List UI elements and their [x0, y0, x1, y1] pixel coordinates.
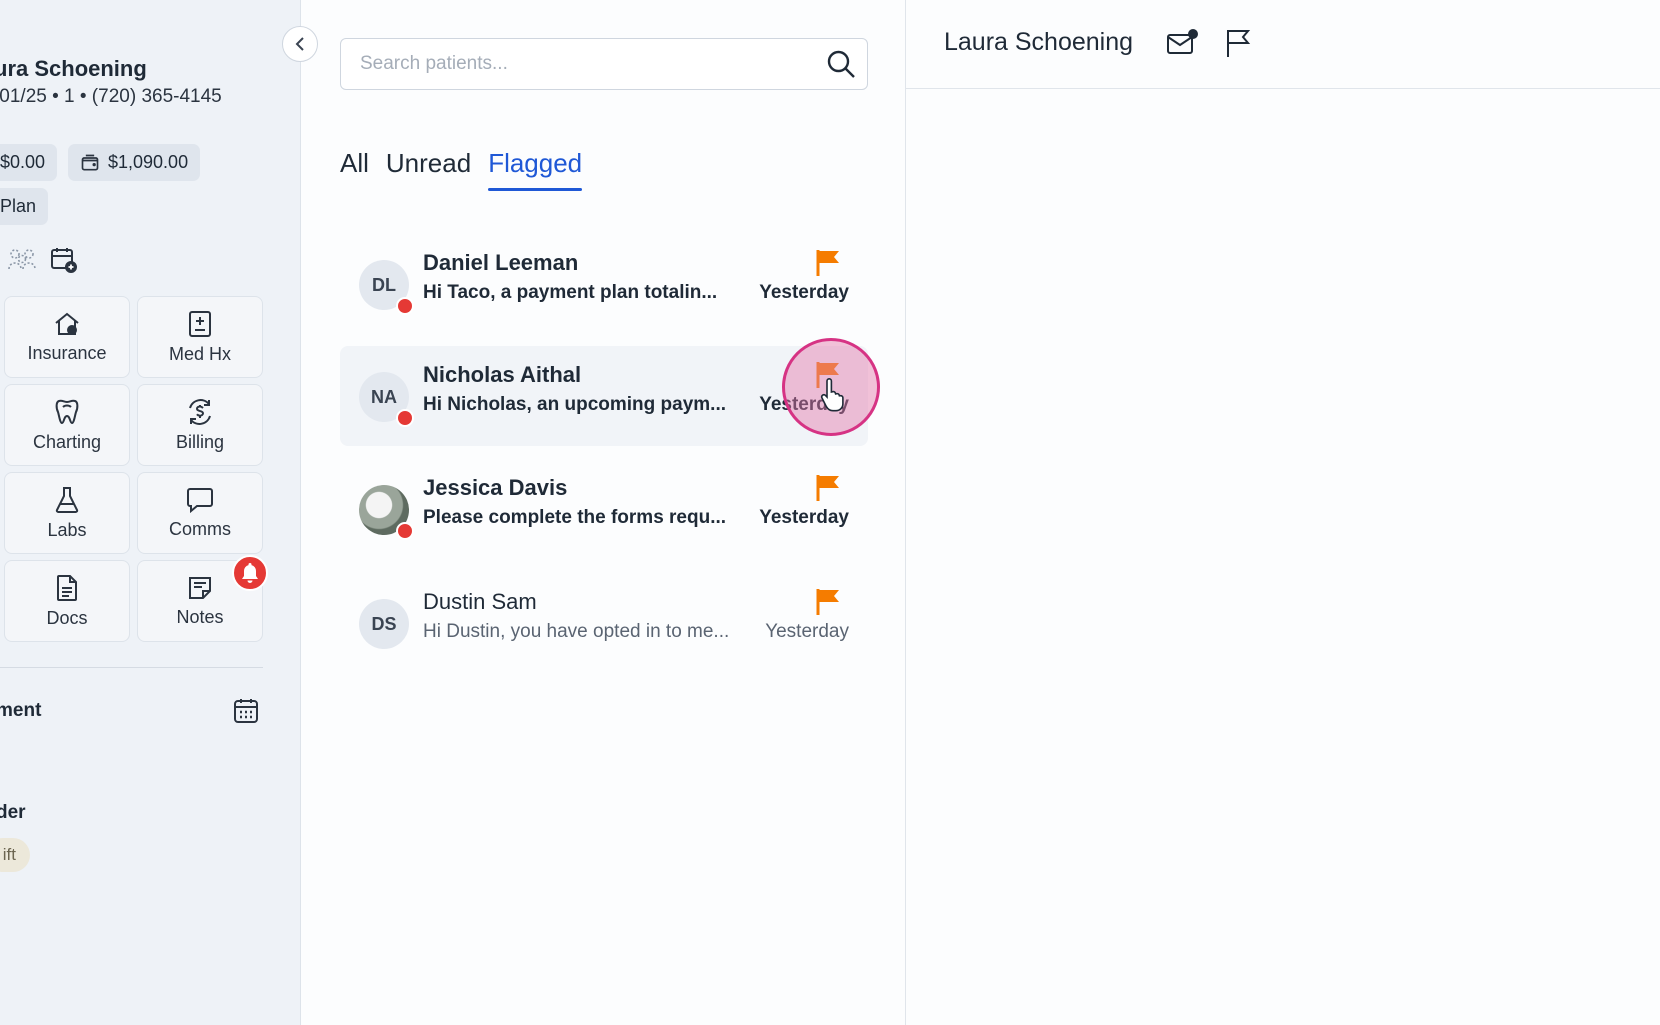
mark-unread-mail-icon[interactable] — [1166, 28, 1198, 56]
conversation-name: Jessica Davis — [423, 475, 568, 500]
conversation-item[interactable]: Jessica Davis Please complete the forms … — [340, 459, 868, 559]
chat-bubble-icon — [187, 487, 213, 513]
plan-chip[interactable]: Plan — [0, 188, 49, 225]
conversation-name: Nicholas Aithal — [423, 362, 582, 387]
plan-label: Plan — [0, 196, 37, 216]
tile-label: Notes — [176, 606, 224, 627]
balance-value: $0.00 — [0, 152, 46, 172]
wallet-icon — [81, 154, 99, 170]
detail-header: Laura Schoening — [906, 0, 1660, 89]
tooth-icon — [55, 399, 79, 424]
balance-chip[interactable]: $0.00 — [0, 144, 58, 181]
flag-icon[interactable] — [814, 248, 842, 276]
conversation-preview: Hi Nicholas, an upcoming paym... — [423, 394, 726, 415]
conversation-time: Yesterday — [765, 621, 849, 642]
tab-all[interactable]: All — [340, 148, 369, 191]
conversation-name: Dustin Sam — [423, 589, 537, 614]
flag-icon[interactable] — [814, 587, 842, 615]
search-box — [340, 38, 868, 90]
wallet-balance-chip[interactable]: $1,090.00 — [68, 144, 201, 181]
flask-icon — [55, 486, 79, 513]
tile-docs[interactable]: Docs — [4, 560, 130, 642]
unread-indicator — [396, 522, 414, 540]
detail-patient-name: Laura Schoening — [944, 28, 1134, 56]
billing-dollar-icon — [189, 398, 211, 425]
quick-icon-row — [8, 246, 78, 274]
provider-pill[interactable]: ift — [0, 838, 30, 872]
search-input[interactable] — [341, 53, 815, 75]
notification-badge[interactable] — [232, 555, 268, 591]
notes-icon — [189, 576, 211, 599]
conversation-name: Daniel Leeman — [423, 250, 579, 275]
tile-insurance[interactable]: Insurance — [4, 296, 130, 378]
calendar-add-icon[interactable] — [50, 246, 78, 274]
chevron-left-icon — [295, 37, 304, 51]
tile-label: Med Hx — [168, 343, 231, 364]
tile-label: Insurance — [27, 342, 107, 363]
tile-med-hx[interactable]: Med Hx — [137, 296, 263, 378]
bell-icon — [242, 563, 258, 583]
conversation-item[interactable]: NA Nicholas Aithal Hi Nicholas, an upcom… — [340, 346, 868, 446]
patient-name: ura Schoening — [0, 56, 147, 81]
tile-label: Labs — [47, 519, 87, 540]
conversation-preview: Hi Taco, a payment plan totalin... — [423, 282, 718, 303]
conversation-item[interactable]: DL Daniel Leeman Hi Taco, a payment plan… — [340, 234, 868, 334]
flag-outline-icon[interactable] — [1224, 28, 1252, 58]
unread-indicator — [396, 297, 414, 315]
search-icon — [827, 50, 855, 78]
conversation-list-panel: All Unread Flagged DL Daniel Leeman Hi T… — [301, 0, 906, 1025]
medical-history-icon — [189, 310, 211, 337]
tile-label: Billing — [175, 431, 225, 452]
sidebar-divider — [0, 667, 263, 668]
flag-icon[interactable] — [814, 473, 842, 501]
conversation-time: Yesterday — [759, 282, 849, 303]
flag-icon[interactable] — [814, 360, 842, 388]
patient-details: /01/25 • 1 • (720) 365-4145 — [0, 86, 222, 107]
unread-indicator — [396, 409, 414, 427]
tile-labs[interactable]: Labs — [4, 472, 130, 554]
calendar-icon[interactable] — [233, 698, 259, 724]
wallet-balance-value: $1,090.00 — [108, 152, 189, 172]
tab-flagged[interactable]: Flagged — [488, 148, 582, 191]
provider-section-label: der — [0, 802, 26, 823]
tile-billing[interactable]: Billing — [137, 384, 263, 466]
tile-label: Docs — [46, 607, 88, 628]
document-icon — [57, 574, 77, 601]
tile-label: Comms — [169, 518, 231, 539]
tile-charting[interactable]: Charting — [4, 384, 130, 466]
collapse-sidebar-button[interactable] — [282, 26, 318, 62]
search-button[interactable] — [815, 38, 867, 90]
family-icon[interactable] — [8, 247, 36, 273]
conversation-tabs: All Unread Flagged — [340, 148, 599, 191]
tile-comms[interactable]: Comms — [137, 472, 263, 554]
tab-unread[interactable]: Unread — [386, 148, 471, 191]
tile-label: Charting — [32, 431, 102, 452]
appointment-section-label: ment — [0, 700, 42, 721]
conversation-item[interactable]: DS Dustin Sam Hi Dustin, you have opted … — [340, 573, 868, 673]
conversation-time: Yesterday — [759, 394, 849, 415]
conversation-detail-panel: Laura Schoening — [906, 0, 1660, 1025]
provider-pill-text: ift — [2, 845, 16, 864]
patient-sidebar: ura Schoening /01/25 • 1 • (720) 365-414… — [0, 0, 301, 1025]
avatar: DS — [359, 599, 409, 649]
conversation-time: Yesterday — [759, 507, 849, 528]
house-dollar-icon — [55, 312, 79, 335]
conversation-preview: Hi Dustin, you have opted in to me... — [423, 621, 730, 642]
conversation-preview: Please complete the forms requ... — [423, 507, 727, 528]
